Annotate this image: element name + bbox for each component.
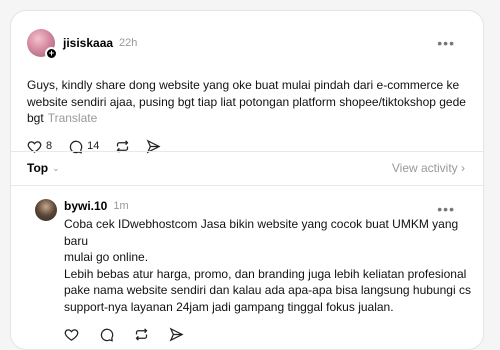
post-more-icon[interactable]: ••• <box>437 35 455 51</box>
heart-icon <box>64 329 79 341</box>
reply-avatar-wrap[interactable] <box>35 199 57 221</box>
divider <box>11 151 483 152</box>
share-icon <box>169 327 184 342</box>
sort-dropdown[interactable]: Top ⌄ <box>27 161 60 175</box>
reply-comment-button[interactable] <box>99 327 114 342</box>
reply-username[interactable]: bywi.10 <box>64 199 107 213</box>
post-text: Guys, kindly share dong website yang oke… <box>27 77 471 127</box>
reply-text: Coba cek IDwebhostcom Jasa bikin website… <box>64 216 474 315</box>
reply-header: bywi.10 1m <box>64 199 474 213</box>
reply-text-line: pake nama website sendiri dan kalau ada … <box>64 283 471 297</box>
divider <box>11 185 483 186</box>
reply-like-button[interactable] <box>64 327 79 342</box>
follow-plus-icon[interactable]: + <box>45 47 58 60</box>
reply-text-line: Lebih bebas atur harga, promo, dan brand… <box>64 266 467 281</box>
reply-content: bywi.10 1m Coba cek IDwebhostcom Jasa bi… <box>64 199 474 342</box>
thread-card: + jisiskaaa 22h ••• Guys, kindly share d… <box>10 10 484 350</box>
post-text-line: Guys, kindly share dong website yang oke… <box>27 78 460 92</box>
post-header: + jisiskaaa 22h <box>27 29 471 60</box>
reply-more-icon[interactable]: ••• <box>437 201 455 217</box>
reply-avatar <box>35 199 57 221</box>
reply-repost-button[interactable] <box>134 327 149 342</box>
reply-time: 1m <box>113 200 129 212</box>
author-avatar[interactable]: + <box>27 29 58 60</box>
post-text-line: bgt Translate <box>27 110 471 127</box>
post-username[interactable]: jisiskaaa <box>63 36 113 50</box>
sort-label: Top <box>27 161 49 175</box>
view-activity-link[interactable]: View activity › <box>392 161 465 175</box>
post-time: 22h <box>119 37 138 49</box>
post-text-line: website sendiri ajaa, pusing bgt tiap li… <box>27 94 466 109</box>
translate-link[interactable]: Translate <box>48 111 98 125</box>
original-post: + jisiskaaa 22h ••• Guys, kindly share d… <box>27 29 471 154</box>
post-text-end: bgt <box>27 111 44 125</box>
reply-text-line: Coba cek IDwebhostcom Jasa bikin website… <box>64 217 459 248</box>
reply-text-line: mulai go online. <box>64 250 149 264</box>
repost-icon <box>135 328 148 341</box>
reply-text-line: support-nya layanan 24jam jadi gampang t… <box>64 299 394 314</box>
reply-share-button[interactable] <box>169 327 184 342</box>
chevron-down-icon: ⌄ <box>52 162 60 173</box>
reply-actions <box>64 327 474 342</box>
comment-icon <box>100 328 114 342</box>
